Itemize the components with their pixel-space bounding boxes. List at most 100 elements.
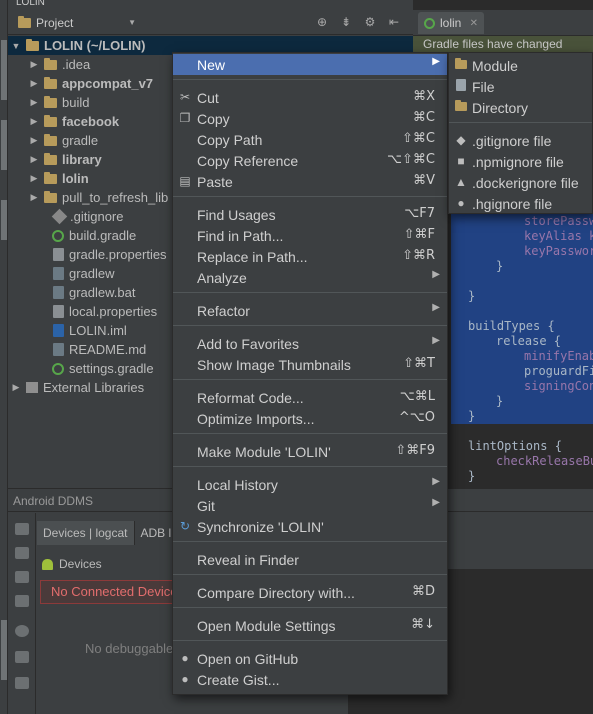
- menu-item-git[interactable]: Git ▶: [173, 495, 447, 516]
- menu-item-label: Make Module 'LOLIN': [197, 443, 331, 460]
- tree-item-lolin[interactable]: ▶ lolin: [28, 169, 89, 188]
- npm-icon: ■: [457, 154, 465, 168]
- collapse-all-icon[interactable]: ⇟: [337, 15, 355, 29]
- menu-item-find-usages[interactable]: Find Usages ⌥F7: [173, 204, 447, 225]
- code-line: keyPasswor: [524, 244, 593, 258]
- tree-item-appcompat[interactable]: ▶ appcompat_v7: [28, 74, 154, 93]
- tab-devices-logcat[interactable]: Devices | logcat: [37, 521, 135, 545]
- collapse-arrow-icon[interactable]: ▶: [28, 173, 40, 184]
- collapse-arrow-icon[interactable]: ▶: [28, 78, 40, 89]
- menu-item-create-gist[interactable]: ● Create Gist...: [173, 669, 447, 690]
- device-selector[interactable]: No Connected Devices: [40, 580, 180, 604]
- tree-item-pull-to-refresh[interactable]: ▶ pull_to_refresh_lib: [28, 188, 169, 207]
- tree-item-library[interactable]: ▶ library: [28, 150, 102, 169]
- dump-view-icon[interactable]: [15, 595, 29, 607]
- folder-icon: [44, 95, 57, 108]
- tree-item-gradlew-bat[interactable]: gradlew.bat: [53, 283, 136, 302]
- menu-item-copy-path[interactable]: Copy Path ⇧⌘C: [173, 129, 447, 150]
- tree-item-gitignore[interactable]: .gitignore: [51, 207, 123, 226]
- menu-item-reveal-in-finder[interactable]: Reveal in Finder: [173, 549, 447, 570]
- tree-item-idea[interactable]: ▶ .idea: [28, 55, 91, 74]
- hide-panel-icon[interactable]: ⇤: [385, 15, 403, 29]
- project-view-selector[interactable]: Project ▼: [18, 13, 136, 32]
- code-line: }: [468, 409, 476, 423]
- menu-item-open-module-settings[interactable]: Open Module Settings ⌘↓: [173, 615, 447, 636]
- project-tool-tab[interactable]: [1, 40, 7, 100]
- close-icon[interactable]: ✕: [470, 18, 478, 29]
- screen-capture-icon[interactable]: [15, 523, 29, 535]
- menu-item-label: Copy Path: [197, 131, 263, 148]
- menu-item-make-module[interactable]: Make Module 'LOLIN' ⇧⌘F9: [173, 441, 447, 462]
- menu-item-local-history[interactable]: Local History ▶: [173, 474, 447, 495]
- submenu-item-dockerignore[interactable]: ▲ .dockerignore file: [449, 172, 592, 193]
- submenu-item-directory[interactable]: Directory: [449, 97, 592, 118]
- collapse-arrow-icon[interactable]: ▶: [28, 116, 40, 127]
- menu-item-cut[interactable]: ✂ Cut ⌘X: [173, 87, 447, 108]
- menu-item-add-to-favorites[interactable]: Add to Favorites ▶: [173, 333, 447, 354]
- menu-item-copy[interactable]: ❐ Copy ⌘C: [173, 108, 447, 129]
- sync-icon: ↻: [179, 519, 191, 533]
- tree-item-gradle[interactable]: ▶ gradle: [28, 131, 99, 150]
- menu-item-copy-reference[interactable]: Copy Reference ⌥⇧⌘C: [173, 150, 447, 171]
- properties-file-icon: [53, 248, 64, 261]
- terminate-icon[interactable]: [15, 625, 29, 637]
- folder-icon: [44, 133, 57, 146]
- menu-shortcut: ⇧⌘F: [403, 227, 435, 242]
- gc-icon[interactable]: [15, 651, 29, 663]
- expand-arrow-icon[interactable]: ▼: [10, 41, 22, 51]
- tree-item-gradlew[interactable]: gradlew: [53, 264, 115, 283]
- submenu-item-hgignore[interactable]: ● .hgignore file: [449, 193, 592, 213]
- tree-item-build-gradle[interactable]: build.gradle: [52, 226, 136, 245]
- tree-item-facebook[interactable]: ▶ facebook: [28, 112, 120, 131]
- collapse-arrow-icon[interactable]: ▶: [28, 154, 40, 165]
- collapse-arrow-icon[interactable]: ▶: [28, 192, 40, 203]
- build-variants-tool-tab[interactable]: [1, 620, 7, 680]
- system-info-icon[interactable]: [15, 571, 29, 583]
- menu-item-synchronize[interactable]: ↻ Synchronize 'LOLIN': [173, 516, 447, 537]
- collapse-arrow-icon[interactable]: ▶: [28, 97, 40, 108]
- scissors-icon: ✂: [179, 90, 191, 104]
- menu-item-replace-in-path[interactable]: Replace in Path... ⇧⌘R: [173, 246, 447, 267]
- structure-tool-tab[interactable]: [1, 120, 7, 170]
- record-icon[interactable]: [15, 547, 29, 559]
- tree-item-build[interactable]: ▶ build: [28, 93, 90, 112]
- menu-item-refactor[interactable]: Refactor ▶: [173, 300, 447, 321]
- menu-item-reformat-code[interactable]: Reformat Code... ⌥⌘L: [173, 387, 447, 408]
- menu-item-optimize-imports[interactable]: Optimize Imports... ^⌥O: [173, 408, 447, 429]
- menu-item-open-on-github[interactable]: ● Open on GitHub: [173, 648, 447, 669]
- collapse-arrow-icon[interactable]: ▶: [28, 135, 40, 146]
- menu-item-show-image-thumbnails[interactable]: Show Image Thumbnails ⇧⌘T: [173, 354, 447, 375]
- android-icon: [42, 558, 53, 570]
- submenu-item-npmignore[interactable]: ■ .npmignore file: [449, 151, 592, 172]
- menu-item-analyze[interactable]: Analyze ▶: [173, 267, 447, 288]
- collapse-arrow-icon[interactable]: ▶: [10, 382, 22, 393]
- tree-item-label: gradlew: [69, 266, 115, 281]
- collapse-arrow-icon[interactable]: ▶: [28, 59, 40, 70]
- menu-item-label: Replace in Path...: [197, 248, 308, 265]
- menu-item-find-in-path[interactable]: Find in Path... ⇧⌘F: [173, 225, 447, 246]
- editor-tab-lolin[interactable]: lolin ✕: [418, 12, 484, 34]
- tree-item-lolin-iml[interactable]: LOLIN.iml: [53, 321, 127, 340]
- folder-icon: [44, 57, 57, 70]
- tree-item-external-libraries[interactable]: ▶ External Libraries: [10, 378, 145, 397]
- tree-item-gradle-properties[interactable]: gradle.properties: [53, 245, 167, 264]
- menu-separator: [173, 379, 447, 380]
- menu-item-paste[interactable]: ▤ Paste ⌘V: [173, 171, 447, 192]
- scroll-from-source-icon[interactable]: ⊕: [313, 15, 331, 29]
- tree-item-settings-gradle[interactable]: settings.gradle: [52, 359, 154, 378]
- submenu-item-gitignore[interactable]: ◆ .gitignore file: [449, 130, 592, 151]
- captures-tool-tab[interactable]: [1, 200, 7, 240]
- menu-item-compare-directory[interactable]: Compare Directory with... ⌘D: [173, 582, 447, 603]
- git-icon: ◆: [456, 133, 466, 147]
- submenu-item-file[interactable]: File: [449, 76, 592, 97]
- menu-item-new[interactable]: New ▶: [173, 54, 447, 75]
- menu-item-label: Add to Favorites: [197, 335, 299, 352]
- tree-item-local-properties[interactable]: local.properties: [53, 302, 157, 321]
- menu-shortcut: ⌘V: [413, 173, 435, 188]
- properties-file-icon: [53, 305, 64, 318]
- tree-item-readme[interactable]: README.md: [53, 340, 146, 359]
- gear-icon[interactable]: ⚙: [361, 15, 379, 29]
- submenu-item-module[interactable]: Module: [449, 55, 592, 76]
- settings-icon[interactable]: [15, 677, 29, 689]
- submenu-arrow-icon: ▶: [432, 302, 440, 313]
